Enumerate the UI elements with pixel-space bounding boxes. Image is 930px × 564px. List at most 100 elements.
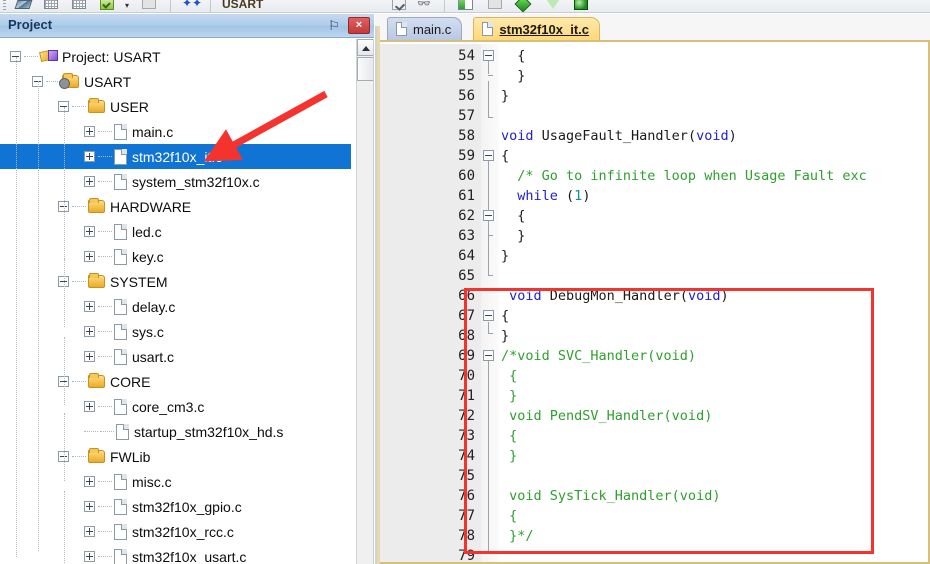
code-token: } <box>501 88 510 104</box>
tree-guide-line <box>16 57 17 557</box>
code-line[interactable]: /*void SVC_Handler(void) <box>501 346 696 366</box>
code-line[interactable]: } <box>501 246 509 266</box>
tree-item[interactable]: stm32f10x_usart.c <box>0 544 246 564</box>
code-token: ( <box>557 188 575 204</box>
fold-toggle-icon[interactable] <box>483 150 494 161</box>
close-icon[interactable]: × <box>348 17 370 34</box>
chevron-down-icon[interactable] <box>390 0 408 12</box>
expand-icon[interactable] <box>84 476 95 487</box>
project-panel-header: Project ⚐ × <box>0 14 374 38</box>
editor-tab-main-c[interactable]: main.c <box>387 17 463 40</box>
expand-icon[interactable] <box>84 251 95 262</box>
editor-tab-stm32f10x_it-c[interactable]: stm32f10x_it.c <box>473 17 601 40</box>
code-line[interactable]: } <box>501 446 517 466</box>
code-line[interactable]: }*/ <box>501 526 533 546</box>
code-content[interactable]: 54 {55 } 56} 57 58 void UsageFault_Handler(v… <box>379 44 928 562</box>
code-line[interactable]: { <box>501 46 525 66</box>
window-icon[interactable] <box>486 0 504 12</box>
tree-item[interactable]: sys.c <box>0 319 164 344</box>
editor-tabbar[interactable]: main.c stm32f10x_it.c <box>375 14 930 40</box>
fold-toggle-icon[interactable] <box>483 50 494 61</box>
expand-icon[interactable] <box>84 326 95 337</box>
tree-item[interactable]: misc.c <box>0 469 172 494</box>
expand-icon[interactable] <box>84 401 95 412</box>
scroll-up-arrow-icon[interactable] <box>357 39 373 56</box>
tree-item[interactable]: led.c <box>0 219 162 244</box>
tree-connector <box>98 156 112 157</box>
code-token: while <box>517 188 558 204</box>
dropdown-arrow-icon[interactable]: ▾ <box>118 0 136 12</box>
code-line[interactable]: { <box>501 366 517 386</box>
fold-toggle-icon[interactable] <box>483 210 494 221</box>
tree-item[interactable]: usart.c <box>0 344 174 369</box>
magic-wand-icon[interactable]: ✦✦ <box>180 0 202 12</box>
file-icon <box>114 348 127 365</box>
grid-icon[interactable] <box>42 0 60 12</box>
tree-item[interactable]: USER <box>0 94 149 119</box>
tree-item[interactable]: core_cm3.c <box>0 394 204 419</box>
expand-icon[interactable] <box>84 501 95 512</box>
tree-connector <box>98 406 112 407</box>
code-line[interactable]: /* Go to infinite loop when Usage Fault … <box>501 166 867 186</box>
expand-icon[interactable] <box>84 551 95 562</box>
expand-icon[interactable] <box>84 126 95 137</box>
line-number: 72 <box>458 408 475 424</box>
project-tree-scrollbar[interactable] <box>356 39 373 564</box>
code-line[interactable]: void UsageFault_Handler(void) <box>501 126 737 146</box>
code-line[interactable]: } <box>501 386 517 406</box>
expand-icon[interactable] <box>84 226 95 237</box>
code-line[interactable]: } <box>501 326 509 346</box>
expand-icon[interactable] <box>84 301 95 312</box>
tree-item[interactable]: USART <box>0 69 131 94</box>
tree-item[interactable]: startup_stm32f10x_hd.s <box>0 419 283 444</box>
code-line[interactable]: { <box>501 426 517 446</box>
toolbar-grip[interactable] <box>3 0 6 12</box>
expand-icon[interactable] <box>84 351 95 362</box>
tree-item[interactable]: SYSTEM <box>0 269 168 294</box>
tree-item-selected[interactable]: stm32f10x_it.c <box>0 144 351 169</box>
checkmark-stack-icon[interactable] <box>98 0 116 12</box>
tree-item[interactable]: HARDWARE <box>0 194 191 219</box>
line-number: 77 <box>458 508 475 524</box>
tree-item[interactable]: main.c <box>0 119 173 144</box>
code-line[interactable]: void SysTick_Handler(void) <box>501 486 720 506</box>
code-line[interactable]: void PendSV_Handler(void) <box>501 406 712 426</box>
tree-connector <box>72 206 86 207</box>
code-line[interactable]: void DebugMon_Handler(void) <box>501 286 728 306</box>
code-line[interactable]: } <box>501 226 525 246</box>
tree-item[interactable]: Project: USART <box>0 44 161 69</box>
grid-icon-2[interactable] <box>70 0 88 12</box>
project-tree-pane[interactable]: Project: USART USART USER main.c stm32f10x_i… <box>0 39 374 564</box>
expand-icon[interactable] <box>84 526 95 537</box>
tree-item[interactable]: key.c <box>0 244 164 269</box>
erase-icon[interactable] <box>140 0 158 12</box>
tree-item[interactable]: delay.c <box>0 294 175 319</box>
expand-icon[interactable] <box>84 176 95 187</box>
code-line[interactable]: while (1) <box>501 186 590 206</box>
expand-icon[interactable] <box>84 151 95 162</box>
code-line[interactable]: { <box>501 506 517 526</box>
tree-item[interactable]: CORE <box>0 369 150 394</box>
code-editor[interactable]: 54 {55 } 56} 57 58 void UsageFault_Handler(v… <box>375 40 930 564</box>
fold-toggle-icon[interactable] <box>483 310 494 321</box>
tree-item[interactable]: stm32f10x_gpio.c <box>0 494 242 519</box>
globe-icon[interactable] <box>572 0 590 12</box>
funnel-icon[interactable] <box>544 0 562 12</box>
binoculars-icon[interactable]: 👓 <box>416 0 434 12</box>
main-toolbar[interactable]: ▾ ✦✦ USART 👓 <box>0 0 930 13</box>
code-line[interactable]: { <box>501 206 525 226</box>
code-line[interactable]: { <box>501 146 509 166</box>
scrollbar-thumb[interactable] <box>357 57 373 81</box>
diamond-green-icon[interactable] <box>514 0 532 12</box>
book-icon[interactable] <box>14 0 32 12</box>
pin-icon[interactable]: ⚐ <box>327 18 341 34</box>
project-tree[interactable]: Project: USART USART USER main.c stm32f10x_i… <box>0 39 358 564</box>
code-line[interactable]: } <box>501 86 509 106</box>
editor-left-edge <box>375 26 380 564</box>
tree-item[interactable]: FWLib <box>0 444 150 469</box>
code-line[interactable]: } <box>501 66 525 86</box>
fold-toggle-icon[interactable] <box>483 350 494 361</box>
tree-item[interactable]: stm32f10x_rcc.c <box>0 519 234 544</box>
code-line[interactable]: { <box>501 306 509 326</box>
panel-icon[interactable] <box>456 0 474 12</box>
